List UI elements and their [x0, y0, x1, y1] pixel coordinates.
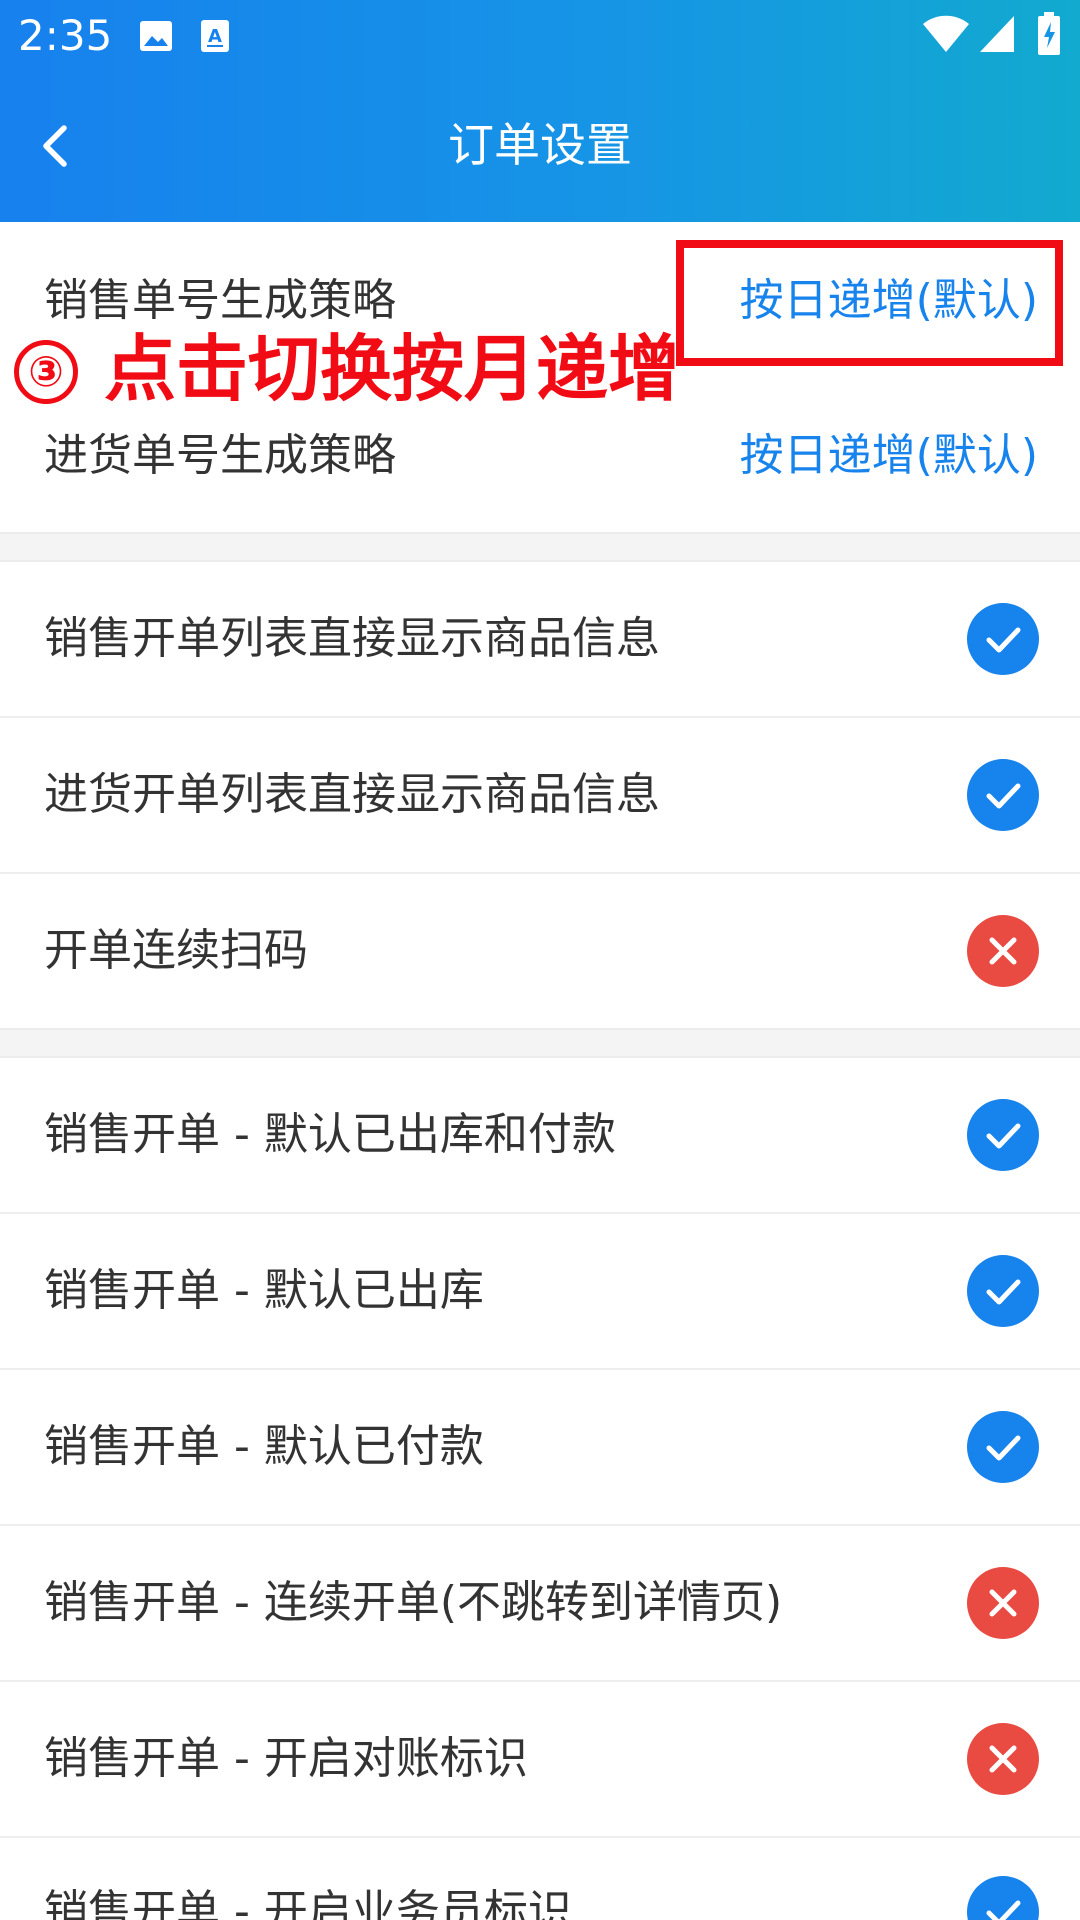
annotation-instruction: 点击切换按月递增 — [104, 327, 681, 411]
setting-label: 销售开单 - 默认已付款 — [44, 1421, 484, 1472]
text-recognition-icon: A — [200, 18, 230, 58]
toggle-on-icon[interactable] — [967, 1411, 1039, 1483]
toggle-on-icon[interactable] — [967, 759, 1039, 831]
status-bar: 2:35 A — [0, 0, 1080, 72]
setting-row[interactable]: 销售开单 - 默认已付款 — [0, 1370, 1080, 1526]
setting-row[interactable]: 销售开单 - 默认已出库 — [0, 1214, 1080, 1370]
toggle-off-icon[interactable] — [967, 1723, 1039, 1795]
setting-label: 销售开单 - 开启业务员标识 — [44, 1886, 572, 1920]
setting-row[interactable]: 销售开单 - 连续开单(不跳转到详情页) — [0, 1526, 1080, 1682]
setting-row[interactable]: 销售开单 - 开启对账标识 — [0, 1682, 1080, 1838]
setting-label: 开单连续扫码 — [44, 925, 308, 976]
app-header: 2:35 A 订单设置 — [0, 0, 1080, 222]
toggle-off-icon[interactable] — [967, 915, 1039, 987]
setting-row[interactable]: 开单连续扫码 — [0, 874, 1080, 1028]
toggle-on-icon[interactable] — [967, 1876, 1039, 1920]
setting-row[interactable]: 销售开单 - 默认已出库和付款 — [0, 1058, 1080, 1214]
setting-label: 销售开单 - 默认已出库 — [44, 1265, 484, 1316]
setting-label: 销售开单 - 默认已出库和付款 — [44, 1109, 616, 1160]
purchase-number-strategy-value[interactable]: 按日递增(默认) — [740, 428, 1038, 484]
setting-row[interactable]: 销售开单 - 开启业务员标识 — [0, 1838, 1080, 1920]
annotation-step-number: ③ — [14, 340, 78, 404]
setting-row[interactable]: 销售开单列表直接显示商品信息 — [0, 562, 1080, 718]
wifi-icon — [922, 14, 970, 58]
section-divider — [0, 532, 1080, 562]
battery-charging-icon — [1036, 12, 1062, 60]
setting-label: 进货单号生成策略 — [44, 430, 396, 481]
signal-icon — [978, 14, 1016, 58]
toggle-on-icon[interactable] — [967, 1099, 1039, 1171]
annotation-highlight-box — [676, 240, 1063, 366]
setting-label: 销售开单 - 连续开单(不跳转到详情页) — [44, 1577, 783, 1628]
page-title: 订单设置 — [448, 118, 632, 172]
setting-label: 销售开单列表直接显示商品信息 — [44, 613, 660, 664]
setting-label: 销售开单 - 开启对账标识 — [44, 1733, 528, 1784]
image-icon — [138, 18, 174, 58]
toggle-on-icon[interactable] — [967, 1255, 1039, 1327]
section-divider — [0, 1028, 1080, 1058]
toggle-on-icon[interactable] — [967, 603, 1039, 675]
toggle-off-icon[interactable] — [967, 1567, 1039, 1639]
setting-label: 销售单号生成策略 — [44, 275, 396, 326]
setting-label: 进货开单列表直接显示商品信息 — [44, 769, 660, 820]
svg-text:A: A — [208, 26, 222, 47]
status-time: 2:35 — [18, 11, 113, 60]
setting-row[interactable]: 进货开单列表直接显示商品信息 — [0, 718, 1080, 874]
